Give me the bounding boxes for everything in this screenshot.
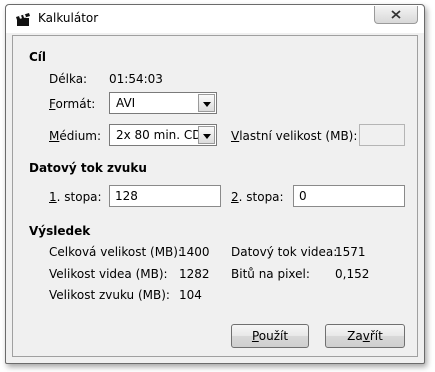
video-bitrate-value: 1571 xyxy=(335,245,366,259)
format-select[interactable]: AVI xyxy=(109,92,217,114)
dialog-content: Cíl Délka: 01:54:03 Formát: AVI Médium: … xyxy=(12,35,418,357)
title-bar: Kalkulátor xyxy=(6,5,424,33)
section-target-heading: Cíl xyxy=(29,50,47,64)
total-size-value: 1400 xyxy=(179,245,210,259)
audio-size-label: Velikost zvuku (MB): xyxy=(49,288,170,302)
track2-label: 2. stopa: xyxy=(231,190,284,204)
bits-per-pixel-label: Bitů na pixel: xyxy=(231,267,310,281)
length-value: 01:54:03 xyxy=(109,72,163,86)
video-size-value: 1282 xyxy=(179,267,210,281)
length-label: Délka: xyxy=(49,72,88,86)
track1-bitrate-input[interactable]: 128 xyxy=(109,185,221,207)
medium-select[interactable]: 2x 80 min. CD xyxy=(109,124,217,146)
track2-bitrate-input[interactable]: 0 xyxy=(293,185,405,207)
medium-label: Médium: xyxy=(49,129,102,143)
chevron-down-icon[interactable] xyxy=(198,94,215,112)
close-icon xyxy=(391,10,401,19)
chevron-down-icon[interactable] xyxy=(198,126,215,144)
section-result-heading: Výsledek xyxy=(29,224,91,238)
close-button[interactable]: Zavřít xyxy=(325,324,405,348)
track1-label: 1. stopa: xyxy=(49,190,102,204)
window-title: Kalkulátor xyxy=(38,11,99,25)
custom-size-input[interactable] xyxy=(359,124,405,146)
custom-size-label: Vlastní velikost (MB): xyxy=(231,129,358,143)
total-size-label: Celková velikost (MB): xyxy=(49,245,183,259)
audio-size-value: 104 xyxy=(179,288,202,302)
format-label: Formát: xyxy=(49,97,96,111)
video-size-label: Velikost videa (MB): xyxy=(49,267,168,281)
clapperboard-icon xyxy=(16,13,30,26)
video-bitrate-label: Datový tok videa: xyxy=(231,245,338,259)
window-close-button[interactable] xyxy=(374,6,418,24)
calculator-window: Kalkulátor Cíl Délka: 01:54:03 Formát: A… xyxy=(5,4,425,364)
bits-per-pixel-value: 0,152 xyxy=(335,267,370,281)
medium-select-value: 2x 80 min. CD xyxy=(116,128,202,142)
format-select-value: AVI xyxy=(116,96,136,110)
section-audio-heading: Datový tok zvuku xyxy=(29,161,147,175)
apply-button[interactable]: Použít xyxy=(231,324,309,348)
